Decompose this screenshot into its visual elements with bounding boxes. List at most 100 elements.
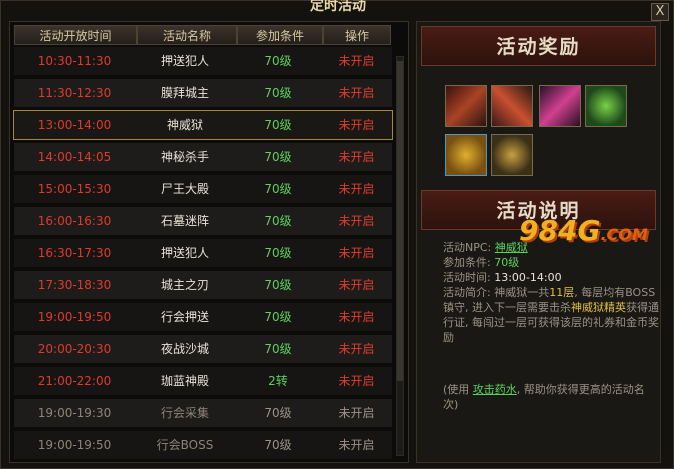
table-row[interactable]: 16:00-16:30 石墓迷阵 70级 未开启 [14, 207, 392, 235]
activity-time: 13:00-14:00 [37, 118, 112, 132]
activity-status[interactable]: 未开启 [321, 47, 392, 75]
intro-floors: 11层 [549, 286, 575, 299]
activity-status[interactable]: 未开启 [321, 207, 392, 235]
activity-condition: 70级 [264, 342, 292, 356]
activity-name: 行会BOSS [156, 438, 214, 452]
hint-text: (使用 攻击药水, 帮助你获得更高的活动名次) [443, 382, 659, 412]
activity-rows: 10:30-11:30 押送犯人 70级 未开启 11:30-12:30 膜拜城主 70级未… [13, 47, 393, 463]
activity-status[interactable]: 未开启 [321, 79, 392, 107]
activity-time: 19:00-19:50 [37, 438, 112, 452]
activity-condition: 70级 [264, 54, 292, 68]
activity-condition: 2转 [268, 374, 288, 388]
activity-window: 定时活动 X 活动开放时间 活动名称 参加条件 操作 10:30-11:30 押送… [0, 0, 674, 469]
header-time: 活动开放时间 [14, 25, 137, 45]
condition-value: 70级 [494, 256, 520, 269]
activity-status[interactable]: 未开启 [321, 367, 392, 395]
attack-potion-link[interactable]: 攻击药水 [473, 383, 517, 396]
table-row[interactable]: 19:00-19:50 行会押送 70级 未开启 [14, 303, 392, 331]
table-row[interactable]: 19:00-19:30 行会采集 70级 未开启 [14, 399, 392, 427]
activity-time: 16:30-17:30 [37, 246, 112, 260]
activity-status[interactable]: 未开启 [321, 335, 392, 363]
condition-label: 参加条件: [443, 256, 491, 269]
gold-coins-icon[interactable] [491, 134, 533, 176]
wand-icon[interactable] [539, 85, 581, 127]
header-action: 操作 [323, 25, 391, 45]
table-row[interactable]: 13:00-14:00 神威狱 70级 未开启 [13, 110, 393, 140]
activity-status[interactable]: 未开启 [321, 399, 392, 427]
activity-name: 珈蓝神殿 [160, 374, 209, 388]
activity-status[interactable]: 未开启 [321, 239, 392, 267]
intro-line: 活动简介: 神威狱一共11层, 每层均有BOSS镇守, 进入下一层需要击杀神威狱… [443, 285, 659, 345]
watermark: 984G.COM [519, 214, 648, 247]
scroll-icon[interactable] [445, 134, 487, 176]
activity-status[interactable]: 未开启 [321, 143, 392, 171]
time-line: 活动时间: 13:00-14:00 [443, 270, 659, 285]
table-row[interactable]: 15:00-15:30 尸王大殿 70级 未开启 [14, 175, 392, 203]
activity-status[interactable]: 未开启 [321, 431, 392, 459]
activity-time: 20:00-20:30 [37, 342, 112, 356]
table-row[interactable]: 19:00-19:50 行会BOSS 70级 未开启 [14, 431, 392, 459]
close-button[interactable]: X [651, 3, 669, 21]
activity-condition: 70级 [264, 214, 292, 228]
activity-time: 11:30-12:30 [37, 86, 112, 100]
activity-name: 城主之刃 [160, 278, 209, 292]
table-row[interactable]: 16:30-17:30 押送犯人 70级 未开启 [14, 239, 392, 267]
activity-time: 17:30-18:30 [37, 278, 112, 292]
activity-name: 押送犯人 [160, 246, 209, 260]
activity-name: 神威狱 [166, 118, 203, 132]
time-label: 活动时间: [443, 271, 491, 284]
activity-name: 神秘杀手 [160, 150, 209, 164]
activity-condition: 70级 [264, 310, 292, 324]
activity-name: 押送犯人 [160, 54, 209, 68]
table-header: 活动开放时间 活动名称 参加条件 操作 [14, 25, 406, 45]
activity-status[interactable]: 未开启 [321, 111, 392, 139]
table-row[interactable]: 21:00-22:00 珈蓝神殿 2转 未开启 [14, 367, 392, 395]
rewards-title: 活动奖励 [421, 26, 656, 66]
activity-name: 石墓迷阵 [160, 214, 209, 228]
activity-status[interactable]: 未开启 [321, 175, 392, 203]
activity-condition: 70级 [264, 278, 292, 292]
activity-time: 21:00-22:00 [37, 374, 112, 388]
activity-status[interactable]: 未开启 [321, 271, 392, 299]
scrollbar[interactable] [396, 56, 404, 456]
hint-part1: (使用 [443, 383, 470, 396]
intro-part1: 活动简介: 神威狱一共 [443, 286, 550, 299]
table-row[interactable]: 20:00-20:30 夜战沙城 70级 未开启 [14, 335, 392, 363]
activity-condition: 70级 [264, 406, 292, 420]
watermark-suffix: .COM [600, 225, 648, 244]
activity-table-panel: 活动开放时间 活动名称 参加条件 操作 10:30-11:30 押送犯人 70级 未开… [9, 21, 409, 463]
table-row[interactable]: 17:30-18:30 城主之刃 70级 未开启 [14, 271, 392, 299]
time-value: 13:00-14:00 [494, 271, 562, 284]
activity-time: 15:00-15:30 [37, 182, 112, 196]
watermark-text: 984G [519, 214, 601, 247]
activity-condition: 70级 [264, 246, 292, 260]
scrollbar-thumb[interactable] [397, 61, 403, 381]
activity-name: 膜拜城主 [160, 86, 209, 100]
activity-time: 19:00-19:30 [37, 406, 112, 420]
activity-condition: 70级 [264, 182, 292, 196]
staff-icon[interactable] [491, 85, 533, 127]
condition-line: 参加条件: 70级 [443, 255, 659, 270]
activity-name: 行会押送 [160, 310, 209, 324]
header-name: 活动名称 [137, 25, 237, 45]
window-title: 定时活动 [310, 0, 366, 14]
activity-condition: 70级 [264, 118, 292, 132]
activity-name: 行会采集 [160, 406, 209, 420]
activity-name: 尸王大殿 [160, 182, 209, 196]
activity-time: 14:00-14:05 [37, 150, 112, 164]
activity-time: 10:30-11:30 [37, 54, 112, 68]
activity-condition: 70级 [264, 150, 292, 164]
npc-label: 活动NPC: [443, 241, 492, 254]
intro-elite: 神威狱精英 [571, 301, 626, 314]
description-text: 活动NPC: 神威狱 参加条件: 70级 活动时间: 13:00-14:00 活… [443, 240, 659, 345]
activity-condition: 70级 [264, 86, 292, 100]
activity-name: 夜战沙城 [160, 342, 209, 356]
table-row[interactable]: 11:30-12:30 膜拜城主 70级 未开启 [14, 79, 392, 107]
activity-status[interactable]: 未开启 [321, 303, 392, 331]
sword-icon[interactable] [445, 85, 487, 127]
table-row[interactable]: 10:30-11:30 押送犯人 70级 未开启 [14, 47, 392, 75]
activity-time: 19:00-19:50 [37, 310, 112, 324]
activity-time: 16:00-16:30 [37, 214, 112, 228]
table-row[interactable]: 14:00-14:05 神秘杀手 70级 未开启 [14, 143, 392, 171]
green-badge-icon[interactable] [585, 85, 627, 127]
